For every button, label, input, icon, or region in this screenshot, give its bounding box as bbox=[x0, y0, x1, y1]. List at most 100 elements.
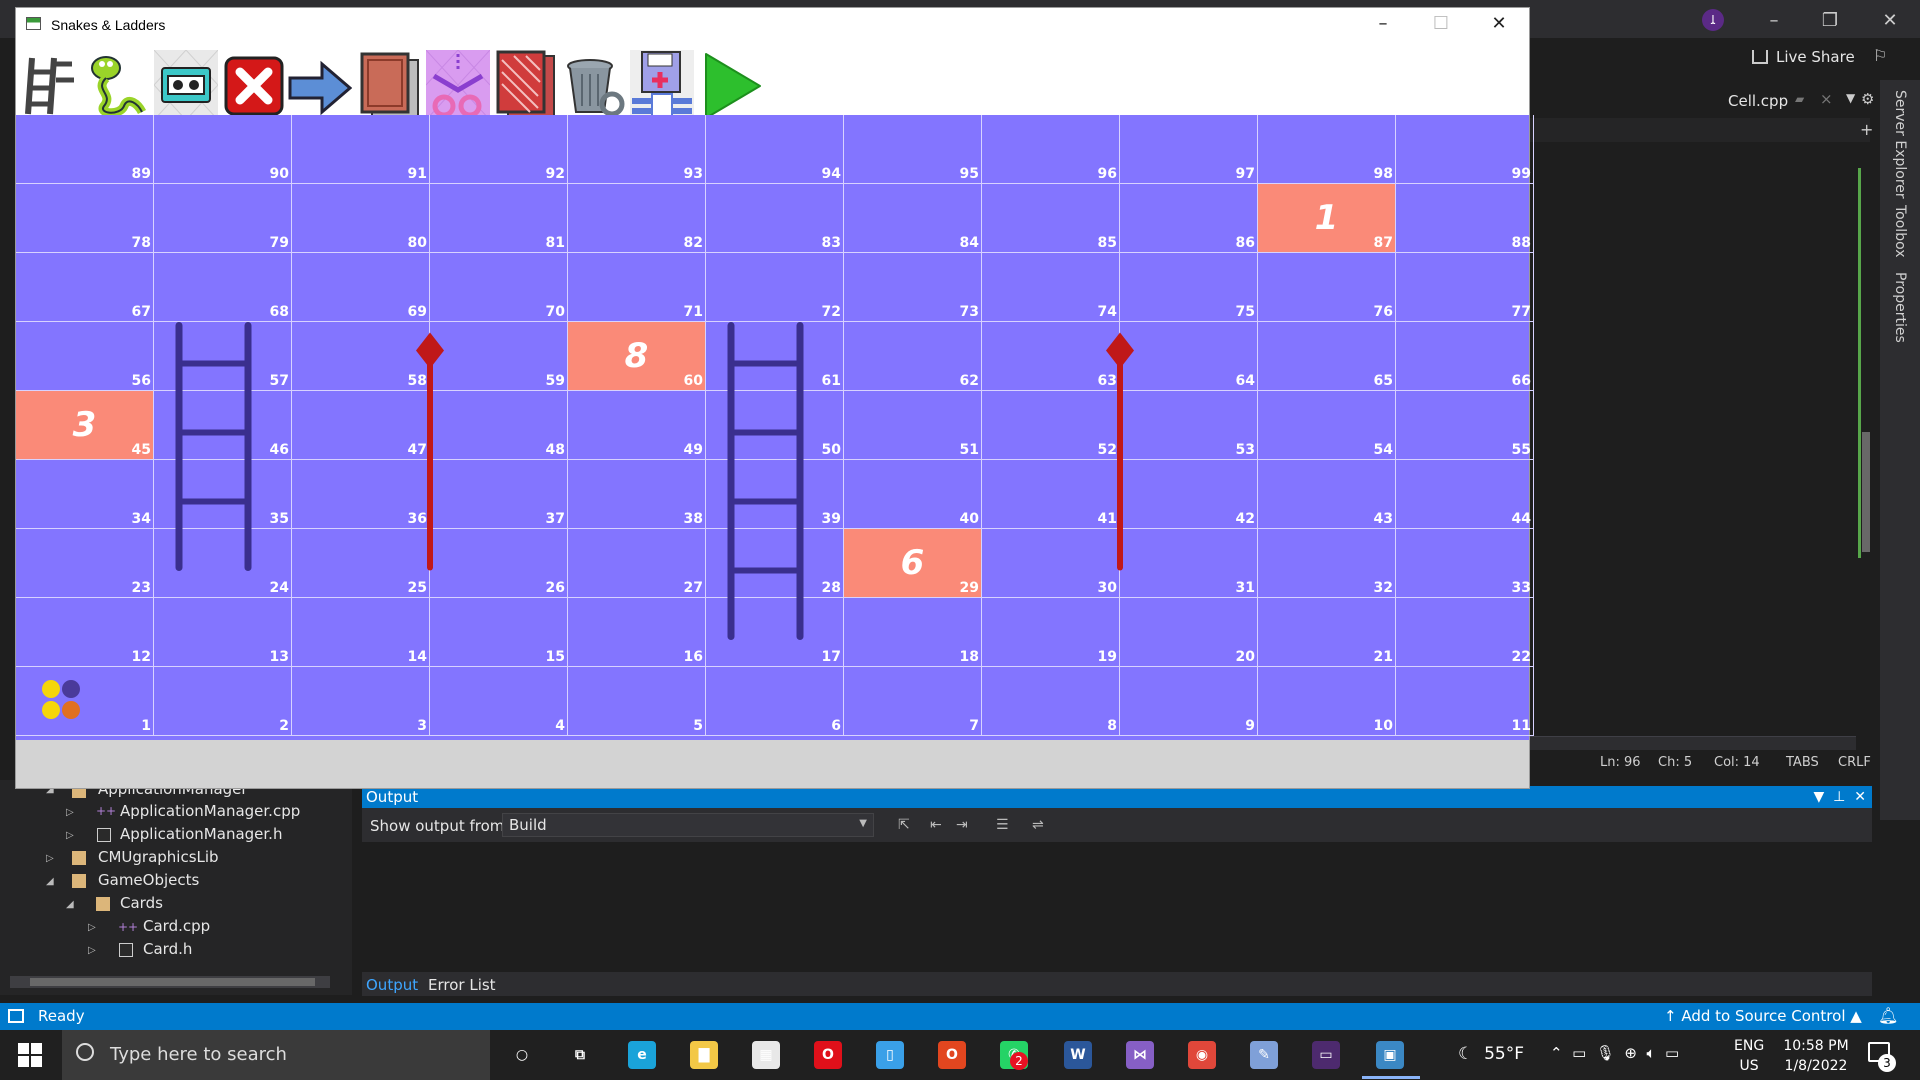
line-ending-indicator[interactable]: CRLF bbox=[1838, 755, 1871, 770]
board-cell[interactable]: 21 bbox=[1258, 598, 1396, 667]
board-cell[interactable]: 14 bbox=[292, 598, 430, 667]
board-cell[interactable]: 71 bbox=[568, 253, 706, 322]
server-explorer-tab[interactable]: Server Explorer bbox=[1892, 90, 1908, 199]
board-cell[interactable]: 97 bbox=[1120, 115, 1258, 184]
language-indicator[interactable]: ENG US bbox=[1734, 1036, 1764, 1076]
cortana-icon[interactable]: ○ bbox=[508, 1041, 536, 1069]
live-share-button[interactable]: Live Share bbox=[1752, 48, 1855, 66]
board-cell[interactable]: 91 bbox=[292, 115, 430, 184]
board-cell[interactable]: 79 bbox=[154, 184, 292, 253]
prev-message-icon[interactable]: ⇤ bbox=[930, 817, 948, 833]
board-cell[interactable]: 72 bbox=[706, 253, 844, 322]
weather-widget[interactable]: ☾ 55°F bbox=[1458, 1044, 1524, 1064]
chrome-icon[interactable]: ◉ bbox=[1188, 1041, 1216, 1069]
snakes-app-icon[interactable]: ▣ bbox=[1376, 1041, 1404, 1069]
tree-item-card-cpp[interactable]: Card.cpp bbox=[143, 917, 210, 935]
properties-tab[interactable]: Properties bbox=[1892, 272, 1908, 343]
board-cell[interactable]: 83 bbox=[706, 184, 844, 253]
board-cell[interactable]: 2 bbox=[154, 667, 292, 736]
board-cell[interactable]: 9 bbox=[1120, 667, 1258, 736]
board-cell[interactable]: 94 bbox=[706, 115, 844, 184]
board-cell[interactable]: 56 bbox=[16, 322, 154, 391]
add-card-tool[interactable] bbox=[153, 49, 219, 121]
board-cell[interactable]: 16 bbox=[568, 598, 706, 667]
board-cell[interactable]: 49 bbox=[568, 391, 706, 460]
output-text-area[interactable] bbox=[362, 842, 1872, 980]
expand-arrow-icon[interactable]: ▷ bbox=[88, 922, 96, 933]
scroll-thumb[interactable] bbox=[30, 978, 315, 986]
switch-to-play-mode-tool[interactable] bbox=[700, 50, 764, 120]
editor-horizontal-scrollbar[interactable] bbox=[1530, 736, 1856, 750]
board-cell[interactable]: 32 bbox=[1258, 529, 1396, 598]
player-piece-4[interactable] bbox=[62, 701, 80, 719]
board-cell[interactable]: 46 bbox=[154, 391, 292, 460]
close-tab-icon[interactable]: × bbox=[1820, 90, 1833, 108]
edge-icon[interactable]: e bbox=[628, 1041, 656, 1069]
tree-item-applicationmanager-cpp[interactable]: ApplicationManager.cpp bbox=[120, 802, 300, 820]
editor-tab-cell-cpp[interactable]: Cell.cpp bbox=[1728, 92, 1788, 110]
board-cell[interactable]: 90 bbox=[154, 115, 292, 184]
board-cell[interactable]: 63 bbox=[982, 322, 1120, 391]
file-explorer-icon[interactable]: ▇ bbox=[690, 1041, 718, 1069]
expand-arrow-icon[interactable]: ▷ bbox=[66, 807, 74, 818]
board-cell[interactable]: 8 bbox=[982, 667, 1120, 736]
board-cell[interactable]: 26 bbox=[430, 529, 568, 598]
board-cell[interactable]: 65 bbox=[1258, 322, 1396, 391]
word-icon[interactable]: W bbox=[1064, 1041, 1092, 1069]
board-cell[interactable]: 75 bbox=[1120, 253, 1258, 322]
paste-card-tool[interactable] bbox=[494, 50, 558, 120]
cut-card-tool[interactable] bbox=[425, 49, 491, 121]
board-cell[interactable]: 55 bbox=[1396, 391, 1534, 460]
board-cell[interactable]: 88 bbox=[1396, 184, 1534, 253]
split-editor-icon[interactable]: + bbox=[1860, 120, 1873, 139]
board-cell[interactable]: 36 bbox=[292, 460, 430, 529]
board-cell[interactable]: 85 bbox=[982, 184, 1120, 253]
board-cell[interactable]: 70 bbox=[430, 253, 568, 322]
player-piece-1[interactable] bbox=[42, 680, 60, 698]
feedback-icon[interactable]: ⚐ bbox=[1873, 46, 1887, 65]
board-cell[interactable]: 27 bbox=[568, 529, 706, 598]
vs-minimize-icon[interactable]: – bbox=[1754, 6, 1794, 36]
taskbar-search-box[interactable]: Type here to search bbox=[62, 1030, 490, 1080]
board-cell[interactable]: 24 bbox=[154, 529, 292, 598]
board-cell[interactable]: 93 bbox=[568, 115, 706, 184]
board-cell[interactable]: 95 bbox=[844, 115, 982, 184]
board-cell[interactable]: 73 bbox=[844, 253, 982, 322]
expand-arrow-icon[interactable]: ▷ bbox=[88, 945, 96, 956]
board-cell[interactable]: 69 bbox=[292, 253, 430, 322]
windows-start-icon[interactable] bbox=[18, 1043, 42, 1067]
board-cell[interactable]: 11 bbox=[1396, 667, 1534, 736]
board-cell[interactable]: 20 bbox=[1120, 598, 1258, 667]
board-cell[interactable]: 35 bbox=[154, 460, 292, 529]
board-cell[interactable]: 5 bbox=[568, 667, 706, 736]
vs-restore-icon[interactable]: ❐ bbox=[1810, 6, 1850, 36]
board-cell[interactable]: 54 bbox=[1258, 391, 1396, 460]
tree-item-card-h[interactable]: Card.h bbox=[143, 940, 192, 958]
task-view-icon[interactable]: ⧉ bbox=[566, 1041, 594, 1069]
vs-close-icon[interactable]: ✕ bbox=[1870, 6, 1910, 36]
window-title-bar[interactable]: Snakes & Ladders – ☐ ✕ bbox=[16, 8, 1529, 40]
terminal-icon[interactable]: ▭ bbox=[1312, 1041, 1340, 1069]
phone-icon[interactable]: ▯ bbox=[876, 1041, 904, 1069]
store-icon[interactable]: ▦ bbox=[752, 1041, 780, 1069]
board-cell[interactable]: 19 bbox=[982, 598, 1120, 667]
tree-item-cmugraphicslib[interactable]: CMUgraphicsLib bbox=[98, 848, 219, 866]
board-cell[interactable]: 74 bbox=[982, 253, 1120, 322]
next-message-icon[interactable]: ⇥ bbox=[956, 817, 974, 833]
tree-item-applicationmanager-h[interactable]: ApplicationManager.h bbox=[120, 825, 282, 843]
board-cell[interactable]: 89 bbox=[16, 115, 154, 184]
board-cell[interactable]: 47 bbox=[292, 391, 430, 460]
board-cell[interactable]: 13 bbox=[154, 598, 292, 667]
paint-icon[interactable]: ✎ bbox=[1250, 1041, 1278, 1069]
board-cell[interactable]: 4 bbox=[430, 667, 568, 736]
board-cell[interactable]: 39 bbox=[706, 460, 844, 529]
board-cell[interactable]: 37 bbox=[430, 460, 568, 529]
card-cell[interactable]: 8 60 bbox=[568, 322, 706, 391]
board-cell[interactable]: 33 bbox=[1396, 529, 1534, 598]
close-icon[interactable]: ✕ bbox=[1476, 12, 1522, 36]
board-cell[interactable]: 40 bbox=[844, 460, 982, 529]
board-cell[interactable]: 3 bbox=[292, 667, 430, 736]
toolbox-tab[interactable]: Toolbox bbox=[1892, 205, 1908, 258]
output-source-select[interactable]: Build ▼ bbox=[502, 813, 874, 837]
card-cell[interactable]: 1 87 bbox=[1258, 184, 1396, 253]
